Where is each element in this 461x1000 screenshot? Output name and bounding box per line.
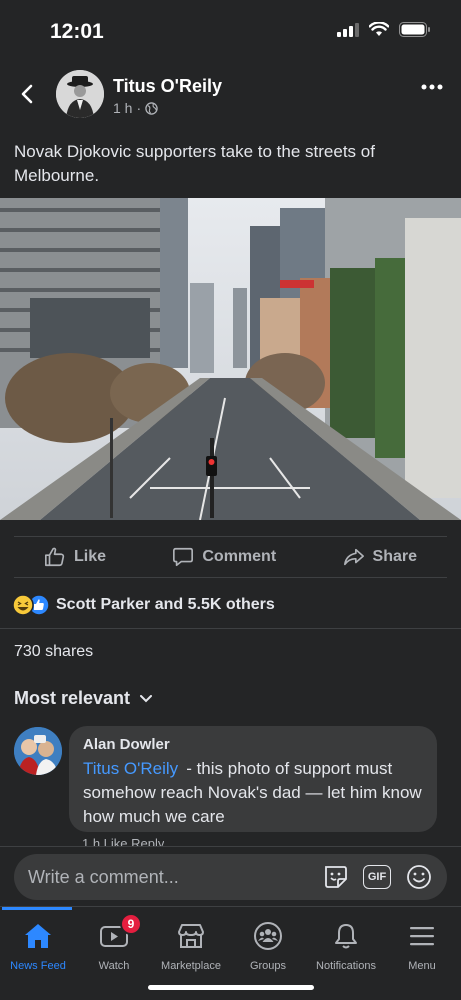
chevron-down-icon [140,694,153,702]
tab-label: Menu [408,960,436,972]
marketplace-icon [178,924,204,948]
active-tab-indicator [2,907,72,910]
like-button[interactable]: Like [44,546,106,568]
tab-marketplace[interactable]: Marketplace [153,921,229,972]
shares-count[interactable]: 730 shares [14,643,93,661]
meta-separator: · [136,100,142,116]
comment-sort-label: Most relevant [14,688,131,708]
comment-input-placeholder[interactable]: Write a comment... [28,867,321,888]
comment-body: Titus O'Reily - this photo of support mus… [83,757,423,829]
tab-label: News Feed [10,960,66,972]
more-options-icon[interactable] [421,84,443,90]
globe-icon [145,101,158,115]
tab-label: Watch [98,960,130,972]
emoji-icon[interactable] [405,863,433,891]
comment-mention-link[interactable]: Titus O'Reily [83,759,178,778]
comment-button[interactable]: Comment [172,546,276,568]
author-avatar[interactable] [56,70,104,118]
post-text: Novak Djokovic supporters take to the st… [14,142,375,185]
comment-bubble[interactable]: Alan Dowler Titus O'Reily - this photo of… [69,726,437,832]
wifi-icon [369,22,389,36]
reaction-summary-text: Scott Parker and 5.5K others [56,596,275,613]
gif-button[interactable]: GIF [363,865,391,889]
divider [0,628,461,629]
tab-label: Groups [249,960,287,972]
comment-composer-area: Write a comment... GIF [0,846,461,906]
share-label: Share [372,548,417,565]
tab-groups[interactable]: Groups [230,921,306,972]
reactions-summary[interactable]: Scott Parker and 5.5K others [12,594,275,616]
post-photo[interactable] [0,198,461,520]
sticker-icon[interactable] [321,863,349,891]
composer-tools: GIF [321,863,433,891]
share-button[interactable]: Share [343,546,417,568]
tab-menu[interactable]: Menu [384,921,460,972]
comment-input-field[interactable]: Write a comment... GIF [14,854,447,900]
like-label: Like [74,548,107,565]
author-name[interactable]: Titus O'Reily [113,76,222,97]
tab-label: Notifications [316,960,376,972]
home-indicator[interactable] [148,985,314,990]
status-bar: 12:01 [0,0,461,60]
commenter-photo-icon [14,727,62,775]
street-photo-illustration [0,198,461,520]
watch-badge: 9 [120,913,142,935]
cellular-signal-icon [337,22,359,37]
haha-reaction-icon [12,594,34,616]
bell-icon [335,924,357,949]
comment-author[interactable]: Alan Dowler [83,736,423,753]
share-arrow-icon [343,548,364,566]
thumbs-up-icon [45,547,65,567]
tab-label: Marketplace [161,960,221,972]
tab-watch[interactable]: 9 Watch [76,913,152,972]
comment-icon [173,547,194,567]
commenter-avatar[interactable] [14,727,62,775]
status-time: 12:01 [50,20,104,43]
gif-label: GIF [367,871,387,883]
menu-icon [410,927,434,946]
home-icon [25,924,51,948]
comment-label: Comment [202,548,277,565]
tab-notifications[interactable]: Notifications [306,921,386,972]
post-time: 1 h [113,100,133,116]
post-actions: Like Comment Share [14,536,447,578]
back-arrow-icon[interactable] [16,82,40,106]
bottom-tab-bar: News Feed 9 Watch Marketplace Groups Not… [0,906,461,1000]
comment-sort-dropdown[interactable]: Most relevant [14,688,153,709]
author-portrait-icon [56,70,104,118]
status-icons [337,22,431,37]
post-meta: 1 h · [113,100,158,116]
post-header: Titus O'Reily 1 h · [0,66,461,126]
battery-icon [399,22,430,37]
groups-icon [254,922,282,950]
tab-news-feed[interactable]: News Feed [0,921,76,972]
